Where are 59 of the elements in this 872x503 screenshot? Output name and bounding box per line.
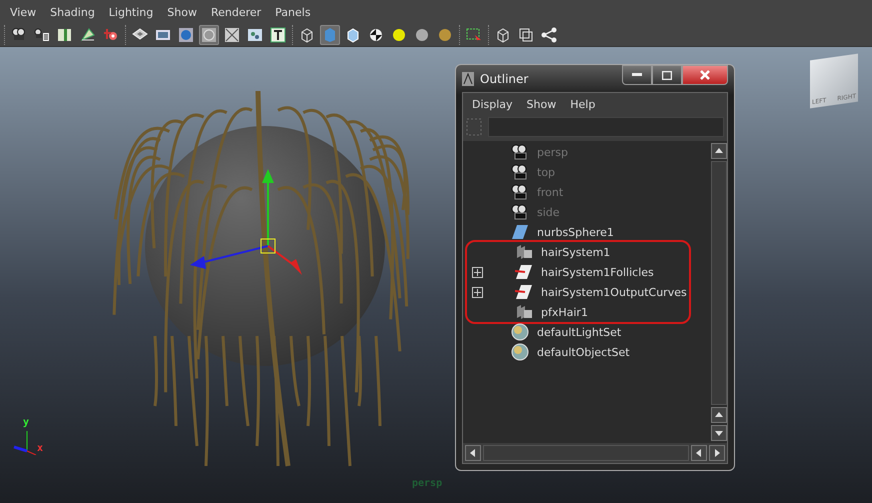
text-icon[interactable] <box>268 25 288 45</box>
triangle-icon <box>715 429 723 437</box>
triangle-icon <box>715 411 723 419</box>
scroll-up-button[interactable] <box>711 407 727 423</box>
triangle-icon <box>695 449 703 457</box>
expand-toggle[interactable] <box>472 266 482 278</box>
window-title: Outliner <box>480 72 530 86</box>
share-icon[interactable] <box>539 25 559 45</box>
minimize-button[interactable] <box>622 65 652 85</box>
scroll-left-button[interactable] <box>465 445 481 461</box>
close-button[interactable] <box>682 65 728 85</box>
axis-label: x <box>37 443 44 454</box>
outliner-item[interactable]: pfxHair1 <box>541 306 588 318</box>
camera-icon <box>511 184 529 200</box>
maximize-icon <box>662 70 672 80</box>
minimize-icon <box>632 73 642 77</box>
app-icon <box>462 72 474 86</box>
outliner-item[interactable]: defaultLightSet <box>537 326 622 338</box>
surface-icon <box>511 224 529 240</box>
maximize-button[interactable] <box>652 65 682 85</box>
outliner-item[interactable]: defaultObjectSet <box>537 346 630 358</box>
sheet-arrow-icon <box>515 284 533 300</box>
expand-toggle[interactable] <box>472 286 482 298</box>
menu-item[interactable]: Show <box>522 98 562 110</box>
menu-item[interactable]: Renderer <box>204 6 268 18</box>
menu-item[interactable]: Help <box>565 98 600 110</box>
scroll-right-button[interactable] <box>709 445 725 461</box>
triangle-icon <box>713 449 721 457</box>
outliner-item[interactable]: nurbsSphere1 <box>537 226 614 238</box>
axis-label: y <box>23 417 30 428</box>
close-icon <box>700 70 710 80</box>
triangle-icon <box>469 449 477 457</box>
scroll-left-button[interactable] <box>691 445 707 461</box>
circle-icon[interactable] <box>199 25 219 45</box>
scrollbar-track[interactable] <box>711 161 727 405</box>
sheet-arrow-icon <box>515 264 533 280</box>
sphere-set-icon <box>511 323 529 341</box>
outliner-item[interactable]: hairSystem1OutputCurves <box>541 286 687 298</box>
triangle-icon <box>715 147 723 155</box>
menu-item[interactable]: Lighting <box>102 6 160 18</box>
scroll-up-button[interactable] <box>711 143 727 159</box>
cross-icon[interactable] <box>222 25 242 45</box>
camera-icon <box>511 164 529 180</box>
scrollbar-track[interactable] <box>483 445 689 461</box>
sphere-set-icon <box>511 343 529 361</box>
menu-item[interactable]: Display <box>467 98 518 110</box>
menu-item[interactable]: Panels <box>269 6 317 18</box>
camera-icon <box>511 204 529 220</box>
menu-item[interactable]: Show <box>161 6 203 18</box>
filter-field[interactable] <box>488 117 724 137</box>
camera-label: persp <box>412 478 442 489</box>
stacked-sheets-icon <box>515 304 533 320</box>
menu-item[interactable]: View <box>4 6 42 18</box>
stacked-sheets-icon <box>515 244 533 260</box>
scroll-down-button[interactable] <box>711 425 727 441</box>
outliner-item[interactable]: hairSystem1Follicles <box>541 266 654 278</box>
menu-item[interactable]: Shading <box>44 6 101 18</box>
outliner-item[interactable]: hairSystem1 <box>541 246 610 258</box>
camera-icon <box>511 144 529 160</box>
